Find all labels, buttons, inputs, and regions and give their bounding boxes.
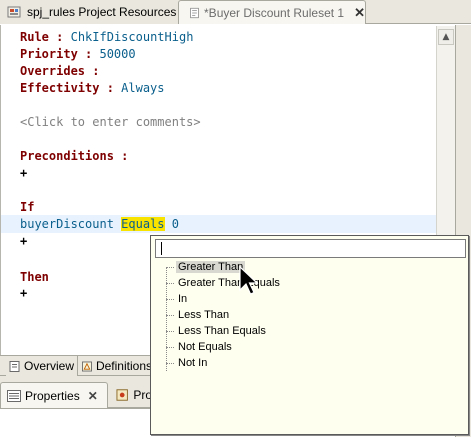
- tab-overview[interactable]: Overview: [6, 356, 78, 376]
- comments-placeholder[interactable]: <Click to enter comments>: [20, 114, 201, 130]
- rule-name[interactable]: ChkIfDiscountHigh: [71, 30, 194, 44]
- option-label: Less Than Equals: [178, 325, 266, 337]
- page-icon: [9, 360, 20, 372]
- option-not-equals[interactable]: Not Equals: [166, 339, 234, 355]
- tab-buyer-discount-ruleset[interactable]: *Buyer Discount Ruleset 1 ✕: [178, 0, 366, 24]
- editor-tab-bar: spj_rules Project Resources *Buyer Disco…: [0, 0, 471, 24]
- scroll-up-arrow-icon[interactable]: ▲: [438, 29, 454, 45]
- then-line: Then: [20, 269, 49, 285]
- mouse-pointer-icon: [239, 266, 259, 295]
- option-less-than-equals[interactable]: Less Than Equals: [166, 323, 268, 339]
- tab-definitions[interactable]: Definitions: [79, 356, 153, 376]
- preconditions-line: Preconditions :: [20, 148, 128, 164]
- rule-line: Rule : ChkIfDiscountHigh: [20, 29, 193, 45]
- option-in[interactable]: In: [166, 291, 189, 307]
- priority-value[interactable]: 50000: [99, 47, 135, 61]
- if-line: If: [20, 199, 34, 215]
- tab-definitions-label: Definitions: [95, 359, 152, 373]
- option-greater-than-equals[interactable]: Greater Than Equals: [166, 275, 282, 291]
- condition-operator[interactable]: Equals: [121, 217, 165, 231]
- option-label: Greater Than Equals: [178, 277, 280, 289]
- option-greater-than[interactable]: Greater Than: [166, 259, 246, 275]
- condition-value[interactable]: 0: [172, 217, 179, 231]
- condition-line: buyerDiscount Equals 0: [20, 216, 179, 232]
- text-caret: [161, 242, 162, 256]
- close-tab-icon[interactable]: ✕: [354, 5, 365, 21]
- ruleset-icon: [190, 7, 199, 18]
- preconditions-label: Preconditions :: [20, 149, 129, 163]
- definitions-icon: [82, 361, 92, 371]
- tab-buyer-discount-ruleset-label: *Buyer Discount Ruleset 1: [204, 5, 345, 20]
- priority-line: Priority : 50000: [20, 46, 136, 62]
- priority-label: Priority :: [20, 47, 93, 61]
- add-condition-button[interactable]: +: [20, 233, 27, 249]
- option-label: Not In: [178, 357, 208, 369]
- add-precondition-button[interactable]: +: [20, 165, 27, 181]
- tab-project-resources-label: spj_rules Project Resources: [27, 5, 177, 19]
- close-properties-icon[interactable]: ✕: [88, 389, 98, 403]
- problems-icon: [116, 389, 128, 401]
- add-action-button[interactable]: +: [20, 285, 27, 301]
- properties-icon: [7, 389, 21, 402]
- operator-filter-input[interactable]: [155, 239, 466, 258]
- effectivity-value[interactable]: Always: [121, 81, 164, 95]
- tab-problems[interactable]: Pro: [112, 382, 152, 408]
- tab-properties[interactable]: Properties ✕: [0, 382, 108, 408]
- effectivity-label: Effectivity :: [20, 81, 114, 95]
- if-label: If: [20, 200, 35, 214]
- option-label: Not Equals: [178, 341, 232, 353]
- tab-properties-label: Properties: [25, 388, 80, 403]
- resources-icon: [7, 6, 21, 18]
- option-label: In: [178, 293, 188, 305]
- overrides-label: Overrides :: [20, 64, 100, 78]
- then-label: Then: [20, 270, 49, 284]
- option-label: Less Than: [178, 309, 230, 321]
- tab-project-resources[interactable]: spj_rules Project Resources: [0, 0, 178, 24]
- tab-overview-label: Overview: [24, 359, 75, 373]
- operator-content-assist-popup[interactable]: Greater Than Greater Than Equals In Less…: [150, 235, 469, 435]
- overrides-line: Overrides :: [20, 63, 99, 79]
- effectivity-line: Effectivity : Always: [20, 80, 165, 96]
- condition-field[interactable]: buyerDiscount: [20, 217, 114, 231]
- rule-label: Rule :: [20, 30, 64, 44]
- option-less-than[interactable]: Less Than: [166, 307, 231, 323]
- option-label: Greater Than: [176, 261, 246, 273]
- option-not-in[interactable]: Not In: [166, 355, 209, 371]
